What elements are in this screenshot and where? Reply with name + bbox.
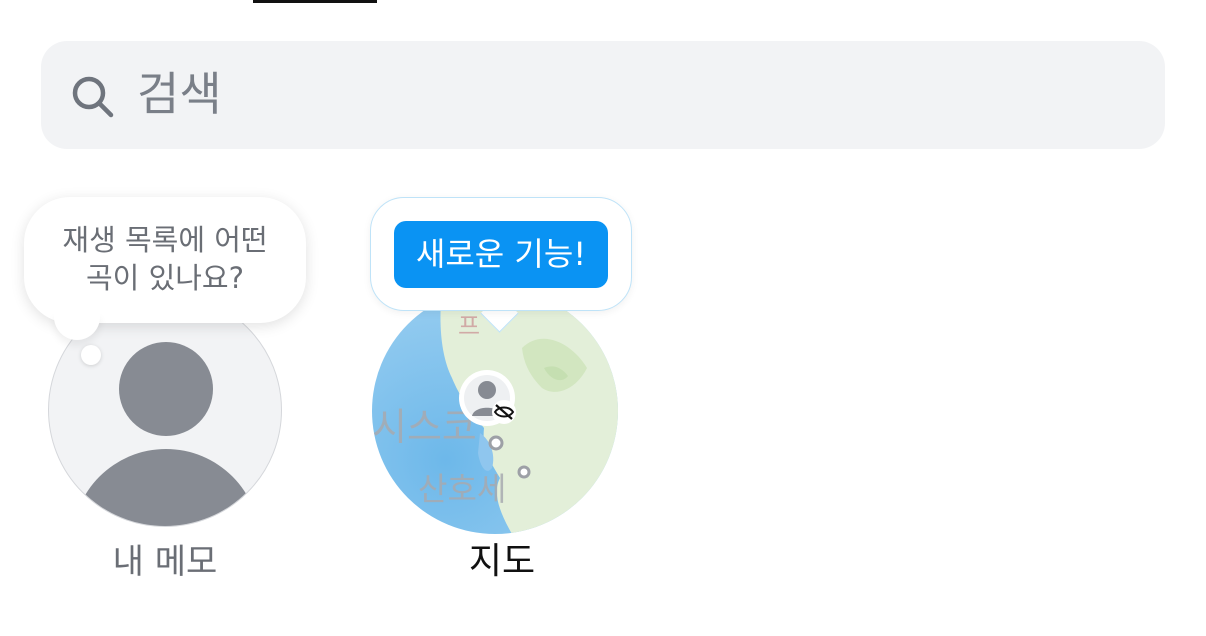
avatar-head-icon [119,342,213,436]
map-label-pe: 프 [458,312,480,340]
hidden-eye-icon [492,400,516,424]
avatar-body-icon [72,449,260,526]
new-feature-badge[interactable]: 새로운 기능! [394,221,608,288]
note-bubble[interactable]: 재생 목록에 어떤 곡이 있나요? [24,197,306,323]
note-text-line1: 재생 목록에 어떤 [62,223,268,257]
map-label[interactable]: 지도 [372,540,632,584]
note-text-line2: 곡이 있나요? [85,261,244,295]
my-note-label[interactable]: 내 메모 [48,540,282,584]
map-label-sanhose: 산호세 [418,470,506,508]
search-placeholder[interactable]: 검색 [137,62,222,126]
tab-indicator [253,0,377,3]
map-label-sisco: 시스코 [372,405,477,449]
note-bubble-dot [81,345,101,365]
note-text: 재생 목록에 어떤 곡이 있나요? [24,221,306,297]
search-icon [72,76,114,118]
